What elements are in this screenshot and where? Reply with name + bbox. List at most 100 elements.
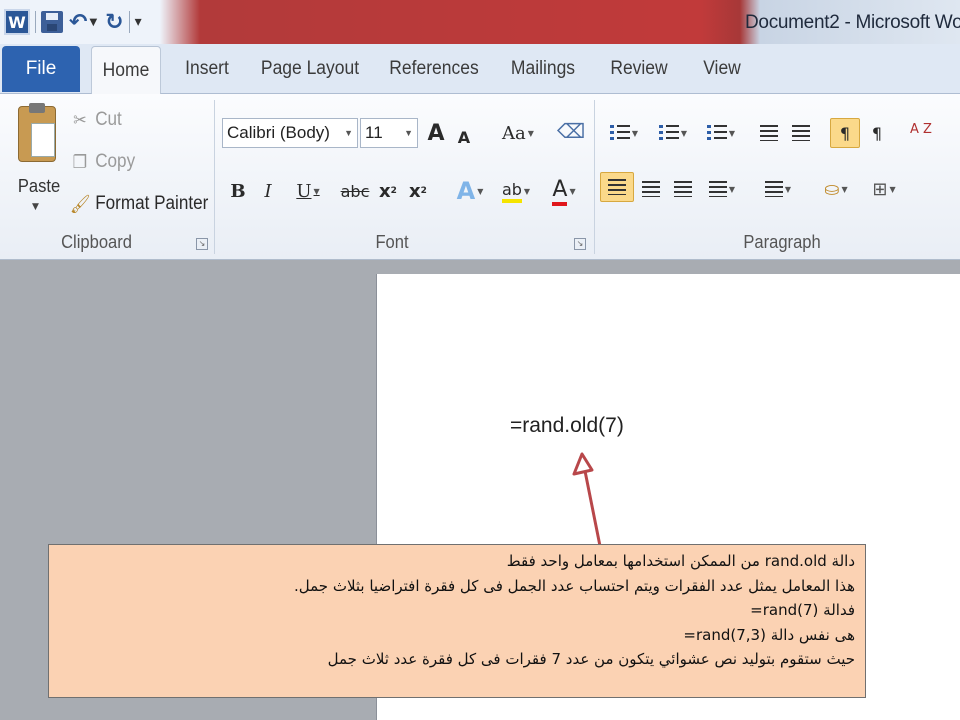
borders-button[interactable]: ⊞ ▼ [864,174,904,204]
strikethrough-icon: abc [340,181,370,201]
chevron-down-icon: ▼ [523,186,531,196]
window-title: Document2 - Microsoft Wor [745,12,960,33]
align-right-button[interactable] [668,174,698,204]
line-spacing-button[interactable]: ▼ [758,174,798,204]
strikethrough-button[interactable]: abc [338,176,372,206]
word-icon[interactable]: W [4,9,30,35]
group-divider [214,100,215,254]
highlight-button[interactable]: ab ▼ [494,176,538,206]
cut-button[interactable]: ✂ Cut [70,106,122,134]
quick-access-toolbar: W ↶ ▼ ↻ ▾ [0,6,142,38]
decrease-indent-button[interactable] [756,118,782,148]
align-center-button[interactable] [636,174,666,204]
chevron-down-icon: ▼ [728,184,736,194]
chevron-down-icon: ▼ [344,128,353,138]
callout-line: فدالة (rand(7= [750,601,855,619]
font-launcher-icon[interactable]: ↘ [574,238,586,250]
chevron-down-icon: ▼ [404,128,413,138]
chevron-down-icon: ▼ [631,128,639,138]
bold-button[interactable]: B [226,176,250,206]
copy-button[interactable]: ❐ Copy [70,148,135,176]
text-effects-icon: A [456,177,476,205]
clipboard-group-label: Clipboard [61,232,132,252]
font-color-button[interactable]: A ▼ [542,176,586,206]
paint-bucket-icon: ⛀ [824,178,840,200]
align-left-button[interactable] [600,172,634,202]
align-right-icon [674,181,692,197]
subscript-button[interactable]: x2 [376,176,400,206]
save-icon [41,11,63,33]
tab-home[interactable]: Home [91,46,161,94]
superscript-icon: x [409,180,421,202]
format-painter-label: Format Painter [95,193,209,214]
ltr-paragraph-icon: ¶ [839,123,851,143]
tab-view[interactable]: View [696,46,748,92]
font-color-icon: A [552,177,568,206]
undo-dropdown-icon[interactable]: ▼ [89,8,97,36]
font-size-select[interactable]: 11 ▼ [360,118,418,148]
change-case-button[interactable]: Aa ▼ [498,118,538,148]
ltr-button[interactable]: ¶ [830,118,860,148]
tab-insert[interactable]: Insert [177,46,238,92]
callout-line: حيث ستقوم بتوليد نص عشوائي يتكون من عدد … [327,650,855,668]
chevron-down-icon: ▼ [841,184,848,194]
clipboard-launcher-icon[interactable]: ↘ [196,238,208,250]
underline-icon: U [296,180,312,202]
increase-indent-icon [792,125,810,141]
clear-formatting-button[interactable]: ⌫ [556,116,586,146]
tab-review[interactable]: Review [607,46,671,92]
format-painter-button[interactable]: 🖌 Format Painter [70,190,208,218]
undo-icon[interactable]: ↶ [69,8,87,36]
highlighter-icon: ab [501,180,522,203]
paste-button[interactable]: Paste ▼ [10,102,64,218]
grow-font-button[interactable]: A [424,118,448,148]
copy-label: Copy [95,151,136,172]
border-icon: ⊞ [872,178,888,200]
numbering-button[interactable]: ▼ [652,118,694,148]
tab-mailings[interactable]: Mailings [505,46,580,92]
subscript-icon: x [379,180,391,202]
chevron-down-icon: ▼ [889,184,896,194]
ribbon-tabs: File Home Insert Page Layout References … [0,44,960,94]
shrink-font-icon: A [457,127,471,147]
callout-line: دالة rand.old من الممكن استخدامها بمعامل… [506,552,855,570]
shading-button[interactable]: ⛀ ▼ [814,174,858,204]
paintbrush-icon: 🖌 [70,193,91,214]
line-spacing-icon [764,181,783,197]
superscript-button[interactable]: x2 [406,176,430,206]
text-effects-button[interactable]: A ▼ [452,176,488,206]
multilevel-list-button[interactable]: ▼ [700,118,742,148]
tab-references[interactable]: References [384,46,483,92]
bold-icon: B [230,180,246,202]
sort-button[interactable]: A Z [904,114,938,144]
save-button[interactable] [41,8,63,36]
tab-page-layout[interactable]: Page Layout [257,46,364,92]
sort-icon: A Z [910,121,932,137]
underline-button[interactable]: U ▼ [288,176,328,206]
chevron-down-icon: ▼ [313,186,320,196]
italic-button[interactable]: I [256,176,280,206]
explanation-callout: دالة rand.old من الممكن استخدامها بمعامل… [48,544,866,698]
increase-indent-button[interactable] [788,118,814,148]
tab-file[interactable]: File [2,46,80,92]
font-size-value: 11 [365,123,383,142]
font-name-select[interactable]: Calibri (Body) ▼ [222,118,358,148]
chevron-down-icon: ▼ [680,128,688,138]
rtl-button[interactable]: ¶ [864,118,890,148]
font-group-label: Font [375,232,409,252]
shrink-font-button[interactable]: A [452,122,476,152]
bullets-button[interactable]: ▼ [604,118,644,148]
justify-button[interactable]: ▼ [702,174,742,204]
callout-line: هذا المعامل يمثل عدد الفقرات ويتم احتساب… [293,576,855,595]
customize-qat-icon[interactable]: ▾ [135,8,142,36]
qat-separator [35,11,36,33]
paragraph-group-label: Paragraph [743,232,821,252]
grow-font-icon: A [427,120,445,146]
clipboard-icon [18,103,56,162]
font-name-value: Calibri (Body) [227,123,330,142]
decrease-indent-icon [760,125,778,141]
rtl-paragraph-icon: ¶ [871,123,883,143]
redo-icon[interactable]: ↻ [105,8,123,36]
align-center-icon [642,181,660,197]
ribbon-home: Paste ▼ ✂ Cut ❐ Copy 🖌 Format Painter Cl… [0,94,960,260]
